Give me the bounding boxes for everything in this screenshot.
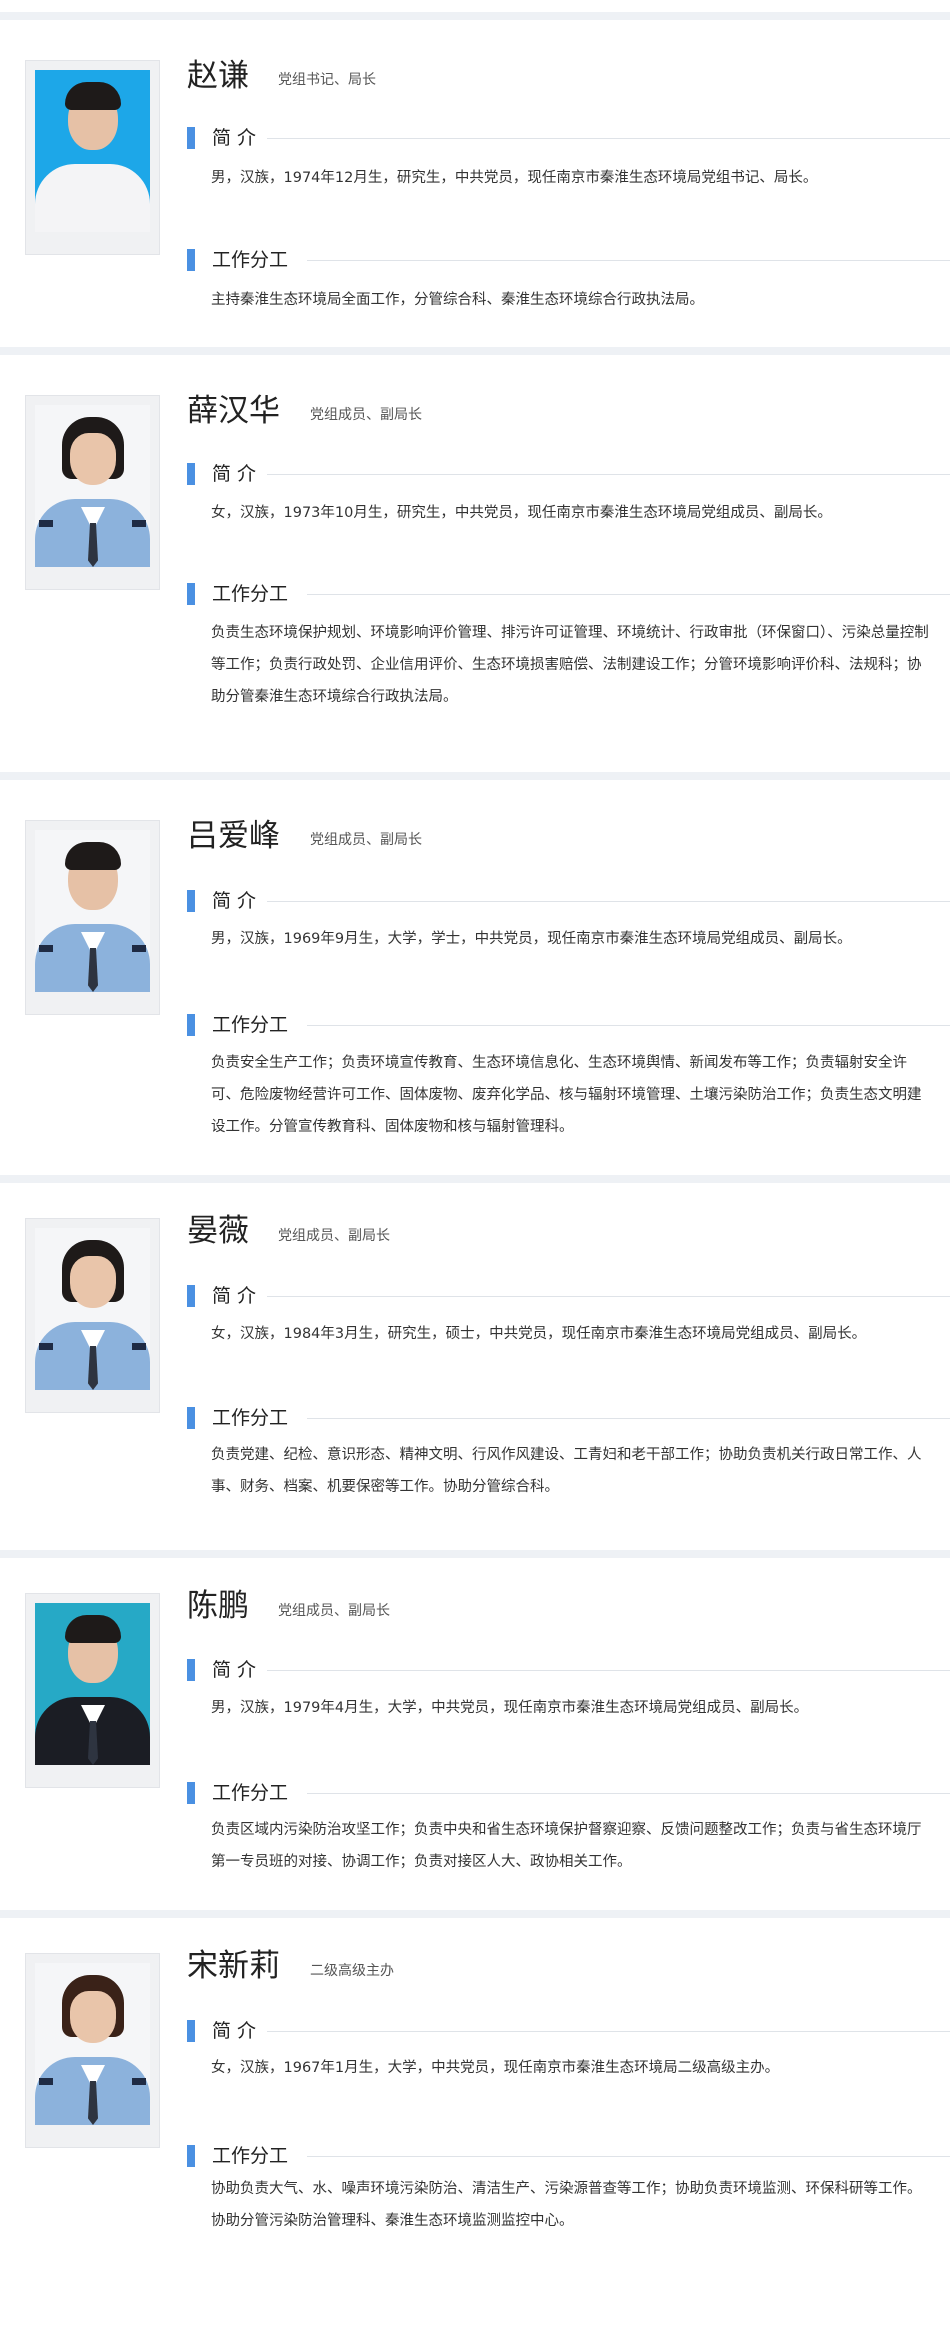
leader-intro: 女，汉族，1973年10月生，研究生，中共党员，现任南京市秦淮生态环境局党组成员… <box>211 505 832 521</box>
duty-heading: 工作分工 <box>187 1406 950 1430</box>
heading-accent-bar <box>187 583 195 605</box>
heading-rule <box>307 594 950 595</box>
leader-photo-frame <box>25 1593 160 1788</box>
leader-name: 晏薇 <box>187 1213 249 1249</box>
leader-card: 晏薇 党组成员、副局长 简 介 女，汉族，1984年3月生，研究生，硕士，中共党… <box>0 1175 950 1550</box>
heading-rule <box>267 138 950 139</box>
leader-title: 二级高级主办 <box>310 1963 394 1979</box>
leader-card: 薛汉华 党组成员、副局长 简 介 女，汉族，1973年10月生，研究生，中共党员… <box>0 347 950 772</box>
leader-duty: 负责生态环境保护规划、环境影响评价管理、排污许可证管理、环境统计、行政审批（环保… <box>211 625 929 705</box>
intro-label: 简 介 <box>212 890 257 912</box>
intro-heading: 简 介 <box>187 126 950 150</box>
leader-photo <box>35 830 150 992</box>
leader-photo <box>35 1228 150 1390</box>
leader-name: 吕爱峰 <box>187 818 280 854</box>
intro-label: 简 介 <box>212 1659 257 1681</box>
leader-list: 赵谦 党组书记、局长 简 介 男，汉族，1974年12月生，研究生，中共党员，现… <box>0 0 950 2338</box>
leader-title: 党组书记、局长 <box>278 72 376 88</box>
heading-accent-bar <box>187 1782 195 1804</box>
duty-label: 工作分工 <box>212 1014 289 1036</box>
duty-label: 工作分工 <box>212 249 289 271</box>
heading-accent-bar <box>187 249 195 271</box>
duty-heading: 工作分工 <box>187 1781 950 1805</box>
leader-duty: 主持秦淮生态环境局全面工作，分管综合科、秦淮生态环境综合行政执法局。 <box>211 292 704 308</box>
duty-label: 工作分工 <box>212 1782 289 1804</box>
intro-heading: 简 介 <box>187 1658 950 1682</box>
heading-accent-bar <box>187 1014 195 1036</box>
leader-photo-frame <box>25 60 160 255</box>
duty-heading: 工作分工 <box>187 2144 950 2168</box>
heading-accent-bar <box>187 1659 195 1681</box>
duty-label: 工作分工 <box>212 583 289 605</box>
leader-duty: 负责党建、纪检、意识形态、精神文明、行风作风建设、工青妇和老干部工作；协助负责机… <box>211 1447 922 1495</box>
heading-rule <box>267 1670 950 1671</box>
leader-title: 党组成员、副局长 <box>310 832 422 848</box>
heading-rule <box>307 1793 950 1794</box>
heading-accent-bar <box>187 463 195 485</box>
intro-heading: 简 介 <box>187 889 950 913</box>
leader-intro: 男，汉族，1969年9月生，大学，学士，中共党员，现任南京市秦淮生态环境局党组成… <box>211 931 852 947</box>
intro-heading: 简 介 <box>187 1284 950 1308</box>
heading-accent-bar <box>187 1285 195 1307</box>
leader-title: 党组成员、副局长 <box>278 1228 390 1244</box>
heading-rule <box>307 2156 950 2157</box>
intro-label: 简 介 <box>212 2020 257 2042</box>
heading-accent-bar <box>187 2020 195 2042</box>
heading-accent-bar <box>187 2145 195 2167</box>
heading-rule <box>267 901 950 902</box>
duty-label: 工作分工 <box>212 1407 289 1429</box>
leader-intro: 女，汉族，1984年3月生，研究生，硕士，中共党员，现任南京市秦淮生态环境局党组… <box>211 1326 867 1342</box>
leader-photo-frame <box>25 1953 160 2148</box>
intro-heading: 简 介 <box>187 462 950 486</box>
leader-title: 党组成员、副局长 <box>310 407 422 423</box>
leader-photo-frame <box>25 820 160 1015</box>
leader-name: 陈鹏 <box>187 1588 249 1624</box>
leader-duty: 负责安全生产工作；负责环境宣传教育、生态环境信息化、生态环境舆情、新闻发布等工作… <box>211 1055 922 1135</box>
leader-name: 宋新莉 <box>187 1948 280 1984</box>
leader-card: 陈鹏 党组成员、副局长 简 介 男，汉族，1979年4月生，大学，中共党员，现任… <box>0 1550 950 1910</box>
leader-card: 宋新莉 二级高级主办 简 介 女，汉族，1967年1月生，大学，中共党员，现任南… <box>0 1910 950 2338</box>
intro-label: 简 介 <box>212 1285 257 1307</box>
heading-rule <box>267 2031 950 2032</box>
heading-accent-bar <box>187 127 195 149</box>
intro-heading: 简 介 <box>187 2019 950 2043</box>
leader-photo <box>35 1963 150 2125</box>
heading-rule <box>307 1025 950 1026</box>
leader-photo <box>35 1603 150 1765</box>
leader-duty: 协助负责大气、水、噪声环境污染防治、清洁生产、污染源普查等工作；协助负责环境监测… <box>211 2181 922 2229</box>
intro-label: 简 介 <box>212 463 257 485</box>
duty-heading: 工作分工 <box>187 248 950 272</box>
heading-rule <box>307 260 950 261</box>
leader-card: 吕爱峰 党组成员、副局长 简 介 男，汉族，1969年9月生，大学，学士，中共党… <box>0 772 950 1175</box>
leader-card: 赵谦 党组书记、局长 简 介 男，汉族，1974年12月生，研究生，中共党员，现… <box>0 12 950 347</box>
leader-photo <box>35 70 150 232</box>
heading-rule <box>307 1418 950 1419</box>
leader-intro: 女，汉族，1967年1月生，大学，中共党员，现任南京市秦淮生态环境局二级高级主办… <box>211 2060 780 2076</box>
leader-name: 薛汉华 <box>187 393 280 429</box>
heading-accent-bar <box>187 1407 195 1429</box>
heading-accent-bar <box>187 890 195 912</box>
leader-title: 党组成员、副局长 <box>278 1603 390 1619</box>
duty-heading: 工作分工 <box>187 1013 950 1037</box>
leader-intro: 男，汉族，1979年4月生，大学，中共党员，现任南京市秦淮生态环境局党组成员、副… <box>211 1700 809 1716</box>
duty-label: 工作分工 <box>212 2145 289 2167</box>
leader-name: 赵谦 <box>187 58 249 94</box>
leader-duty: 负责区域内污染防治攻坚工作；负责中央和省生态环境保护督察迎察、反馈问题整改工作；… <box>211 1822 922 1870</box>
duty-heading: 工作分工 <box>187 582 950 606</box>
intro-label: 简 介 <box>212 127 257 149</box>
heading-rule <box>267 1296 950 1297</box>
heading-rule <box>267 474 950 475</box>
leader-photo-frame <box>25 395 160 590</box>
leader-photo <box>35 405 150 567</box>
leader-photo-frame <box>25 1218 160 1413</box>
leader-intro: 男，汉族，1974年12月生，研究生，中共党员，现任南京市秦淮生态环境局党组书记… <box>211 170 818 186</box>
